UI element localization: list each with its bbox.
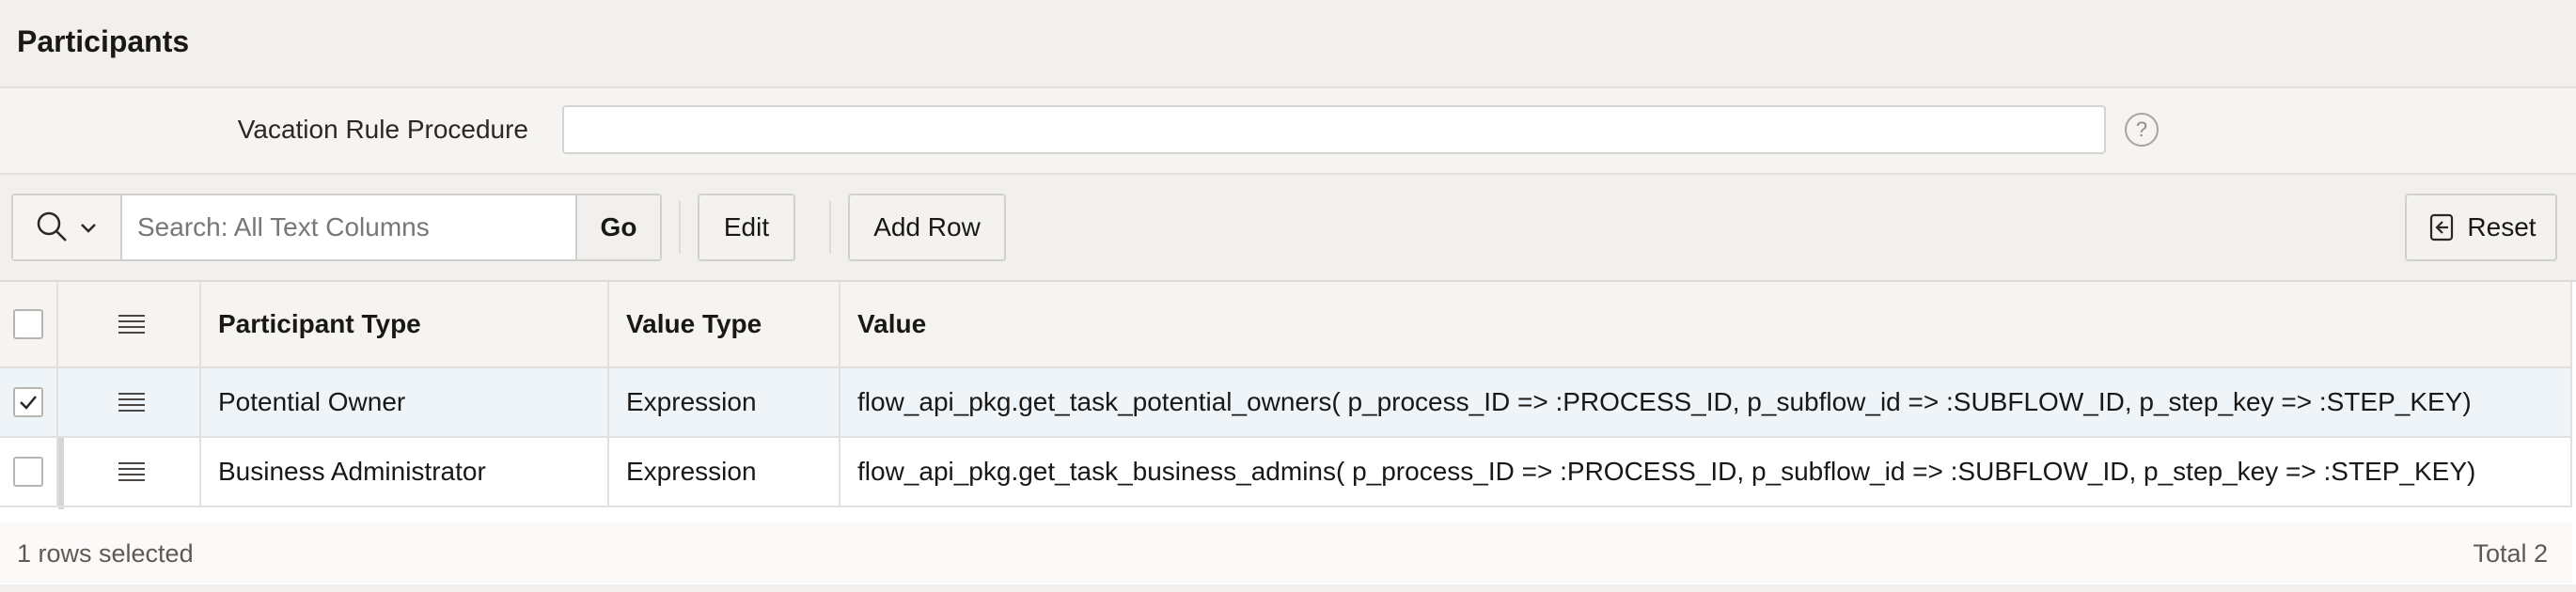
- reset-label: Reset: [2467, 212, 2537, 241]
- row-actions-menu-icon: [118, 393, 145, 412]
- search-input[interactable]: [122, 195, 575, 259]
- row-actions-menu-icon: [118, 315, 145, 334]
- search-column-menu-button[interactable]: [13, 195, 122, 259]
- value-cell[interactable]: flow_api_pkg.get_task_potential_owners( …: [840, 368, 2572, 436]
- vacation-rule-row: Vacation Rule Procedure ?: [0, 88, 2576, 175]
- check-icon: [20, 396, 37, 410]
- selected-count: 1 rows selected: [17, 539, 194, 568]
- search-icon: [37, 211, 67, 241]
- row-actions-cell[interactable]: [64, 438, 201, 506]
- search-group: Go: [11, 194, 662, 261]
- vacation-rule-input[interactable]: [562, 105, 2106, 154]
- column-header-value[interactable]: Value: [840, 282, 2572, 366]
- value-type-cell[interactable]: Expression: [609, 438, 840, 506]
- row-actions-header: [64, 282, 201, 366]
- table-row[interactable]: Potential Owner Expression flow_api_pkg.…: [0, 368, 2572, 438]
- column-header-value-type[interactable]: Value Type: [609, 282, 840, 366]
- region-title: Participants: [17, 24, 190, 58]
- row-checkbox[interactable]: [13, 387, 43, 417]
- help-icon[interactable]: ?: [2125, 113, 2159, 147]
- reset-button[interactable]: Reset: [2405, 194, 2557, 261]
- edit-button[interactable]: Edit: [698, 194, 795, 261]
- go-button[interactable]: Go: [575, 195, 660, 259]
- reset-icon: [2430, 213, 2454, 241]
- value-type-cell[interactable]: Expression: [609, 368, 840, 436]
- select-all-cell: [0, 282, 58, 366]
- add-row-button[interactable]: Add Row: [848, 194, 1006, 261]
- table-row[interactable]: Business Administrator Expression flow_a…: [0, 438, 2572, 507]
- grid-toolbar: Go Edit Add Row Reset: [0, 175, 2576, 280]
- row-actions-cell[interactable]: [64, 368, 201, 436]
- region-header: Participants: [0, 0, 2576, 88]
- row-select-cell: [0, 438, 58, 506]
- chevron-down-icon: [81, 224, 96, 233]
- interactive-grid: Participant Type Value Type Value Potent…: [0, 280, 2576, 584]
- total-count: Total 2: [2473, 539, 2548, 568]
- toolbar-separator: [829, 201, 831, 254]
- participant-type-cell[interactable]: Business Administrator: [201, 438, 609, 506]
- vacation-rule-label: Vacation Rule Procedure: [237, 115, 528, 144]
- grid-footer: 1 rows selected Total 2: [0, 522, 2572, 583]
- grid-header-row: Participant Type Value Type Value: [0, 282, 2572, 368]
- participant-type-cell[interactable]: Potential Owner: [201, 368, 609, 436]
- column-header-participant-type[interactable]: Participant Type: [201, 282, 609, 366]
- value-cell[interactable]: flow_api_pkg.get_task_business_admins( p…: [840, 438, 2572, 506]
- select-all-checkbox[interactable]: [13, 309, 43, 339]
- row-checkbox[interactable]: [13, 457, 43, 487]
- row-select-cell: [0, 368, 58, 436]
- toolbar-separator: [679, 201, 681, 254]
- row-actions-menu-icon: [118, 462, 145, 481]
